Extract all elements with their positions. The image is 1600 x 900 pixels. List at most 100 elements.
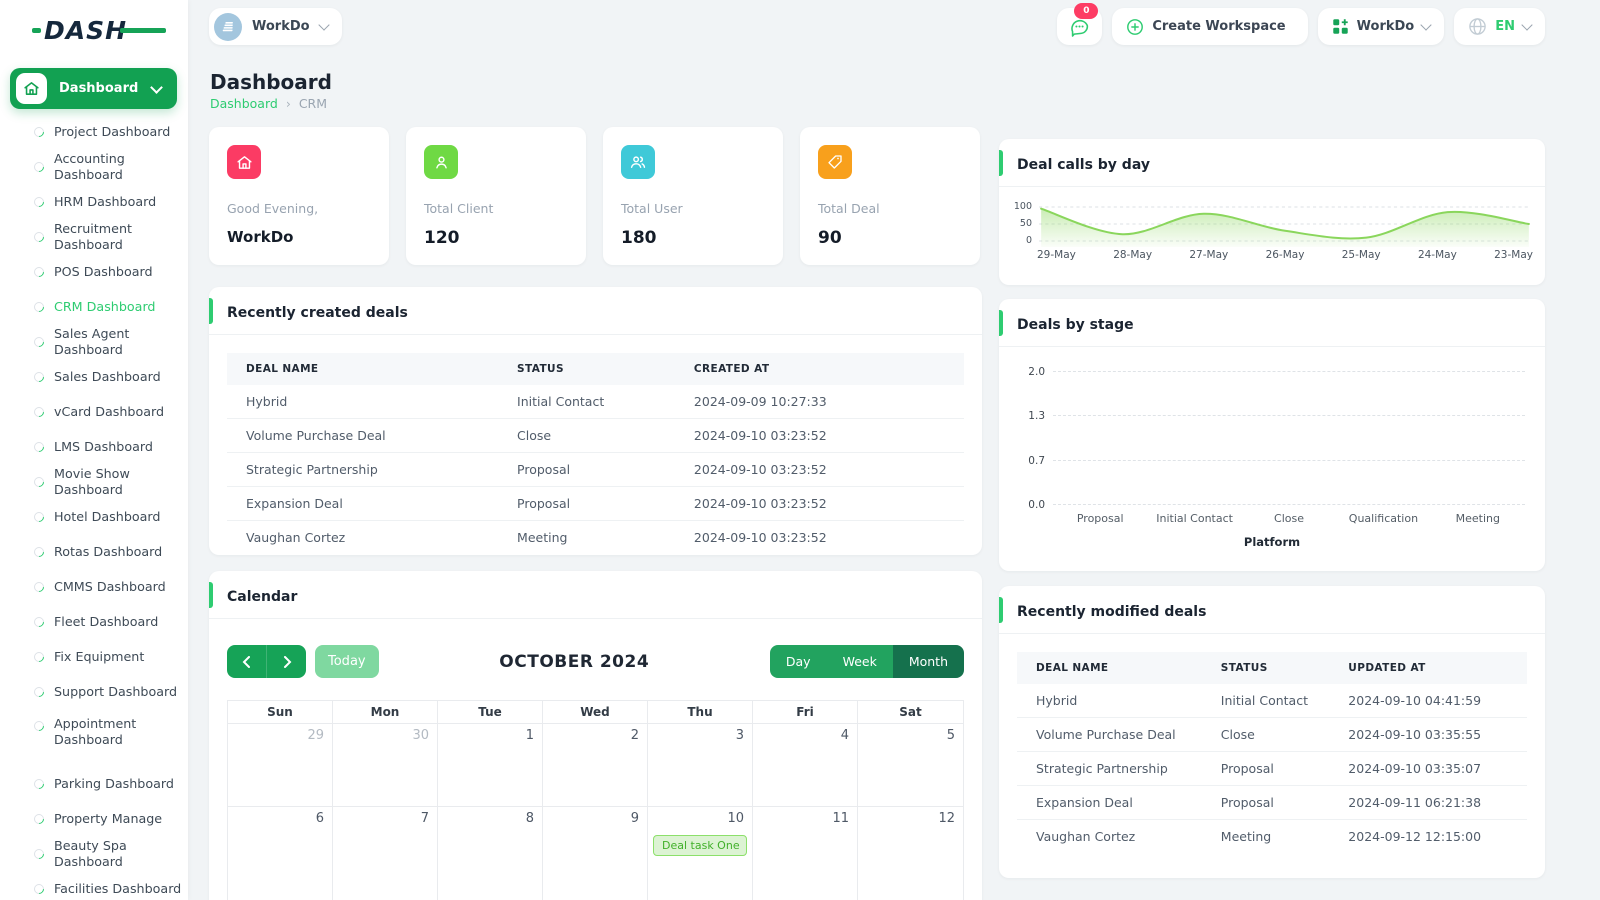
table-row: Expansion DealProposal2024-09-11 06:21:3…: [1017, 786, 1527, 820]
stat-value: 180: [621, 228, 765, 248]
x-axis-title: Platform: [1019, 535, 1525, 549]
y-tick: 50: [1020, 219, 1032, 229]
stat-card-total-client: Total Client 120: [406, 127, 586, 265]
sidebar-item-parking-dashboard[interactable]: Parking Dashboard: [0, 766, 188, 801]
card-header: Recently modified deals: [999, 586, 1545, 634]
calendar-day-cell[interactable]: 5: [858, 723, 963, 806]
bar-category-labels: Proposal Initial Contact Close Qualifica…: [1053, 512, 1525, 525]
bullet-icon: [32, 159, 46, 173]
bullet-icon: [32, 846, 46, 860]
bullet-icon: [32, 264, 46, 278]
card-title: Deals by stage: [1017, 317, 1134, 333]
calendar-day-cell[interactable]: 3: [648, 723, 753, 806]
deal-calls-chart: 100 50 0: [999, 187, 1545, 269]
users-icon: [621, 145, 655, 179]
sidebar-item-accounting-dashboard[interactable]: Accounting Dashboard: [0, 149, 188, 184]
sidebar-item-sales-dashboard[interactable]: Sales Dashboard: [0, 359, 188, 394]
breadcrumb-dashboard-link[interactable]: Dashboard: [210, 96, 278, 111]
create-workspace-button[interactable]: Create Workspace: [1112, 8, 1307, 45]
y-tick: 0: [1026, 236, 1032, 246]
bullet-icon: [32, 509, 46, 523]
calendar-view-switcher: Day Week Month: [770, 645, 964, 678]
calendar-toolbar: Today OCTOBER 2024 Day Week Month: [209, 619, 982, 678]
logo-dash-right-icon: [120, 28, 166, 33]
stat-value: WorkDo: [227, 228, 371, 246]
sidebar-item-sales-agent-dashboard[interactable]: Sales Agent Dashboard: [0, 324, 188, 359]
sidebar-item-support-dashboard[interactable]: Support Dashboard: [0, 674, 188, 709]
chat-bubble-icon: [1069, 16, 1090, 37]
sidebar-item-recruitment-dashboard[interactable]: Recruitment Dashboard: [0, 219, 188, 254]
sidebar-item-hotel-dashboard[interactable]: Hotel Dashboard: [0, 499, 188, 534]
user-menu[interactable]: WorkDo: [1318, 8, 1445, 45]
sidebar-item-facilities-dashboard[interactable]: Facilities Dashboard: [0, 871, 188, 900]
calendar-next-button[interactable]: [266, 645, 306, 678]
stat-label: Total User: [621, 201, 765, 216]
stat-label: Total Deal: [818, 201, 962, 216]
sidebar-item-hrm-dashboard[interactable]: HRM Dashboard: [0, 184, 188, 219]
table-row: Strategic PartnershipProposal2024-09-10 …: [1017, 752, 1527, 786]
sidebar-item-cmms-dashboard[interactable]: CMMS Dashboard: [0, 569, 188, 604]
sidebar-group-label: Dashboard: [59, 81, 152, 96]
sidebar-item-project-dashboard[interactable]: Project Dashboard: [0, 114, 188, 149]
workspace-avatar: [214, 13, 242, 41]
column-header: DEAL NAME: [1017, 652, 1211, 684]
sidebar-item-fix-equipment[interactable]: Fix Equipment: [0, 639, 188, 674]
calendar-nav: [227, 645, 306, 678]
calendar-today-button[interactable]: Today: [315, 645, 379, 678]
sidebar-item-crm-dashboard[interactable]: CRM Dashboard: [0, 289, 188, 324]
calendar-day-cell[interactable]: 29: [228, 723, 333, 806]
sidebar-item-rotas-dashboard[interactable]: Rotas Dashboard: [0, 534, 188, 569]
calendar-day-cell[interactable]: 1: [438, 723, 543, 806]
calendar-day-cell[interactable]: 8: [438, 806, 543, 900]
chevron-down-icon: [1421, 19, 1432, 30]
sidebar-item-vcard-dashboard[interactable]: vCard Dashboard: [0, 394, 188, 429]
sidebar-item-beauty-spa-dashboard[interactable]: Beauty Spa Dashboard: [0, 836, 188, 871]
plus-circle-icon: [1126, 18, 1144, 36]
recently-modified-deals-table: DEAL NAME STATUS UPDATED AT HybridInitia…: [999, 634, 1545, 863]
calendar-day-cell[interactable]: 11: [753, 806, 858, 900]
sidebar-item-movie-show-dashboard[interactable]: Movie Show Dashboard: [0, 464, 188, 499]
calendar-view-week[interactable]: Week: [827, 645, 893, 678]
card-header: Recently created deals: [209, 287, 982, 335]
bullet-icon: [32, 544, 46, 558]
calendar-day-cell[interactable]: 7: [333, 806, 438, 900]
calendar-day-cell-with-event[interactable]: 10 Deal task One: [648, 806, 753, 900]
accent-bar: [999, 150, 1003, 176]
workspace-name: WorkDo: [252, 19, 310, 34]
bullet-icon: [32, 369, 46, 383]
calendar-prev-button[interactable]: [227, 645, 266, 678]
calendar-view-month[interactable]: Month: [893, 645, 964, 678]
stat-card-total-user: Total User 180: [603, 127, 783, 265]
sidebar-item-lms-dashboard[interactable]: LMS Dashboard: [0, 429, 188, 464]
calendar-day-cell[interactable]: 2: [543, 723, 648, 806]
main-right-column: Deal calls by day 100 50 0: [999, 139, 1545, 878]
sidebar-group-dashboard[interactable]: Dashboard: [10, 68, 177, 109]
calendar-day-cell[interactable]: 9: [543, 806, 648, 900]
bullet-icon: [32, 299, 46, 313]
bullet-icon: [32, 811, 46, 825]
accent-bar: [209, 298, 213, 324]
sidebar-item-fleet-dashboard[interactable]: Fleet Dashboard: [0, 604, 188, 639]
workspace-switcher[interactable]: WorkDo: [209, 8, 342, 45]
calendar-event[interactable]: Deal task One: [653, 835, 747, 856]
home-icon: [16, 73, 47, 104]
calendar-day-cell[interactable]: 30: [333, 723, 438, 806]
language-selector[interactable]: EN: [1454, 8, 1545, 45]
accent-bar: [999, 597, 1003, 623]
card-title: Deal calls by day: [1017, 157, 1150, 173]
sidebar-item-appointment-dashboard[interactable]: Appointment Dashboard: [0, 709, 188, 766]
calendar-day-cell[interactable]: 4: [753, 723, 858, 806]
apps-grid-icon: [1332, 18, 1349, 35]
accent-bar: [209, 582, 213, 608]
table-row: Vaughan CortezMeeting2024-09-12 12:15:00: [1017, 820, 1527, 854]
sidebar: DASH Dashboard Project Dashboard Account…: [0, 0, 188, 900]
messages-button[interactable]: 0: [1057, 8, 1102, 45]
sidebar-item-pos-dashboard[interactable]: POS Dashboard: [0, 254, 188, 289]
sidebar-item-property-manage[interactable]: Property Manage: [0, 801, 188, 836]
calendar-day-cell[interactable]: 6: [228, 806, 333, 900]
card-header: Deals by stage: [999, 299, 1545, 347]
calendar-view-day[interactable]: Day: [770, 645, 827, 678]
calendar-day-cell[interactable]: 12: [858, 806, 963, 900]
stat-card-total-deal: Total Deal 90: [800, 127, 980, 265]
app-logo[interactable]: DASH: [44, 16, 154, 45]
